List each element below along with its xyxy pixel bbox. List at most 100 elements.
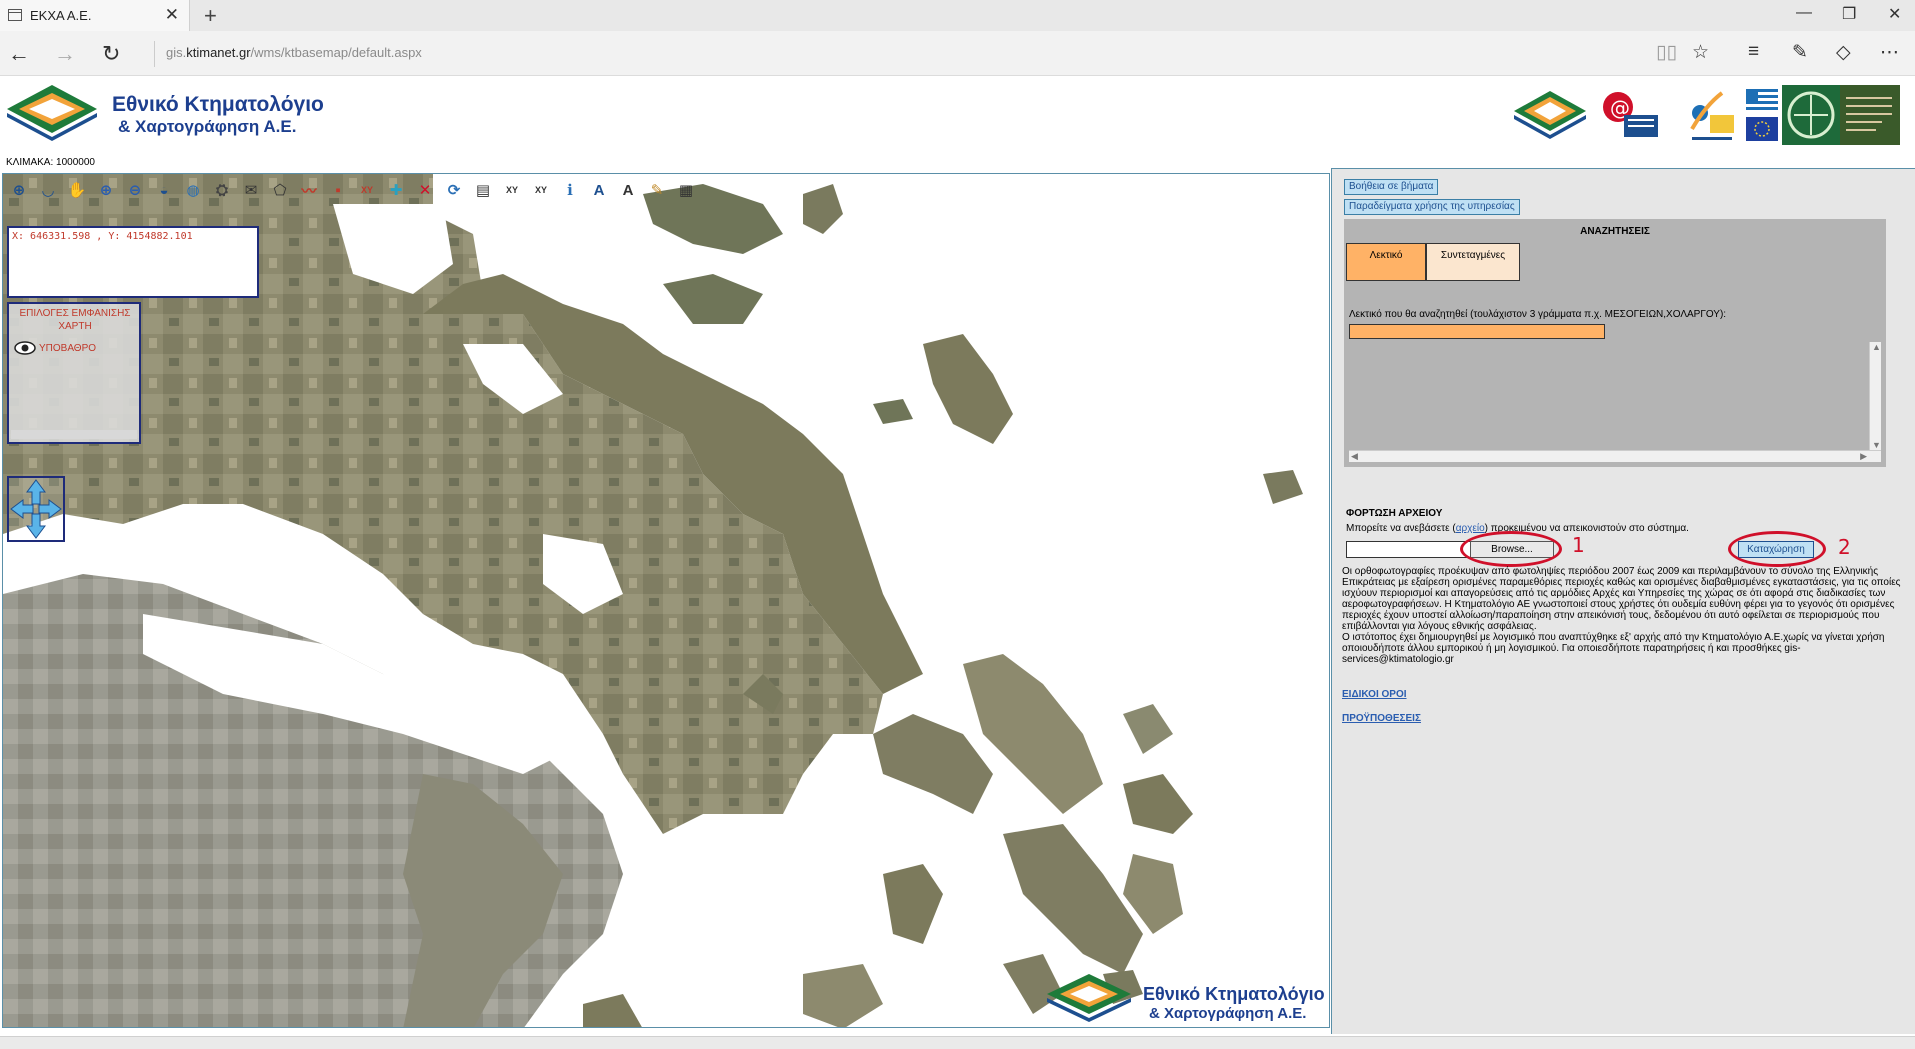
share-icon[interactable]: ◇ (1836, 41, 1851, 64)
page-tab-icon (8, 9, 22, 21)
scroll-right-icon[interactable]: ▶ (1860, 451, 1867, 462)
zoom-in-tool-icon[interactable]: ⊕ (7, 178, 31, 202)
file-format-link[interactable]: αρχείο (1456, 523, 1485, 534)
coordinate-text: X: 646331.598 , Y: 4154882.101 (12, 231, 193, 242)
pan-control (7, 476, 65, 542)
minimize-button[interactable]: — (1796, 4, 1812, 22)
logo-line-2: & Χαρτογράφηση Α.Ε. (118, 117, 297, 136)
annotation-circle-2 (1728, 531, 1826, 567)
site-logo-text: Εθνικό Κτηματολόγιο & Χαρτογράφηση Α.Ε. (112, 93, 324, 137)
map-watermark-text: Εθνικό Κτηματολόγιο & Χαρτογράφηση Α.Ε. (1143, 984, 1325, 1022)
search-results: ▲ ▼ ◀ ▶ (1349, 342, 1881, 462)
close-window-button[interactable]: ✕ (1888, 4, 1901, 24)
full-extent-globe-icon[interactable]: ◍ (181, 178, 205, 202)
layers-tool-icon[interactable]: ⛭ (210, 178, 234, 202)
xy-table-icon[interactable]: XY (500, 178, 524, 202)
zoom-extent-tool-icon[interactable]: ◡ (36, 178, 60, 202)
conditions-link[interactable]: ΠΡΟΫΠΟΘΕΣΕΙΣ (1342, 713, 1421, 724)
tab-text-search[interactable]: Λεκτικό (1346, 243, 1426, 281)
map-toolbar: ⊕ ◡ ✋ ⊕ ⊖ ◒ ◍ ⛭ ✉ ⬠ 〰 ▪ XY ✚ ✕ ⟳ ▤ XY XY ℹ A A ✎ ▦ (7, 177, 698, 203)
url-field[interactable]: gis.ktimanet.gr/wms/ktbasemap/default.as… (166, 45, 422, 60)
web-note-icon[interactable]: ✎ (1792, 41, 1808, 64)
annotation-number-1: 1 (1572, 533, 1585, 557)
zoom-previous-icon[interactable]: ◒ (152, 178, 176, 202)
tab-coordinates-search[interactable]: Συντεταγμένες (1426, 243, 1520, 281)
browser-tab-bar: ΕΚΧΑ Α.Ε. ✕ + — ❐ ✕ (0, 0, 1915, 31)
search-hint: Λεκτικό που θα αναζητηθεί (τουλάχιστον 3… (1349, 309, 1727, 320)
disclaimer-text: Οι ορθοφωτογραφίες προέκυψαν από φωτοληψ… (1342, 566, 1908, 665)
logo-line-1: Εθνικό Κτηματολόγιο (112, 93, 324, 116)
tab-title: ΕΚΧΑ Α.Ε. (30, 8, 92, 23)
zoom-box-in-icon[interactable]: ⊕ (94, 178, 118, 202)
search-title: ΑΝΑΖΗΤΗΣΕΙΣ (1580, 226, 1650, 237)
site-header: Εθνικό Κτηματολόγιο & Χαρτογράφηση Α.Ε. … (0, 77, 1915, 155)
map-scale-label: ΚΛΙΜΑΚΑ: 1000000 (6, 157, 95, 168)
back-button[interactable]: ← (8, 41, 30, 67)
layers-scrollbar[interactable] (11, 430, 137, 439)
map-logo-line-1: Εθνικό Κτηματολόγιο (1143, 984, 1325, 1004)
browser-tab[interactable]: ΕΚΧΑ Α.Ε. ✕ (0, 0, 190, 31)
document-tool-icon[interactable]: ▤ (471, 178, 495, 202)
digital-greece-logo-icon: @ (1603, 92, 1658, 137)
annotation-circle-1 (1460, 531, 1562, 567)
page-horizontal-scrollbar[interactable] (0, 1036, 1915, 1049)
scroll-down-icon[interactable]: ▼ (1872, 440, 1881, 450)
disclaimer-paragraph-1: Οι ορθοφωτογραφίες προέκυψαν από φωτοληψ… (1342, 566, 1901, 632)
layer-item-basemap[interactable]: ΥΠΟΒΑΘΡΟ (39, 343, 96, 354)
ktimatologio-logo-icon (7, 85, 97, 141)
refresh-map-icon[interactable]: ⟳ (442, 178, 466, 202)
search-panel: ΑΝΑΖΗΤΗΣΕΙΣ Λεκτικό Συντεταγμένες Λεκτικ… (1344, 219, 1886, 467)
clear-tool-icon[interactable]: ✕ (413, 178, 437, 202)
favorite-star-icon[interactable]: ☆ (1692, 41, 1709, 64)
polygon-tool-icon[interactable]: ⬠ (268, 178, 292, 202)
scroll-left-icon[interactable]: ◀ (1351, 451, 1358, 462)
disclaimer-paragraph-2: Ο ιστότοπος έχει δημιουργηθεί με λογισμι… (1342, 632, 1885, 665)
ktimatologio-small-logo-icon (1514, 91, 1586, 139)
layers-panel-title: ΕΠΙΛΟΓΕΣ ΕΜΦΑΝΙΣΗΣ ΧΑΡΤΗ (19, 308, 131, 332)
address-separator (154, 41, 155, 67)
search-input[interactable] (1349, 324, 1605, 339)
layers-panel: ΕΠΙΛΟΓΕΣ ΕΜΦΑΝΙΣΗΣ ΧΑΡΤΗ ΥΠΟΒΑΘΡΟ (7, 302, 141, 444)
text-a-icon[interactable]: A (616, 178, 640, 202)
map-viewer[interactable]: ⊕ ◡ ✋ ⊕ ⊖ ◒ ◍ ⛭ ✉ ⬠ 〰 ▪ XY ✚ ✕ ⟳ ▤ XY XY ℹ A A ✎ ▦ X: 646331.59… (2, 173, 1330, 1028)
scroll-up-icon[interactable]: ▲ (1872, 342, 1881, 352)
help-steps-link[interactable]: Βοήθεια σε βήματα (1344, 179, 1439, 195)
print-tool-icon[interactable]: ✎ (645, 178, 669, 202)
restore-button[interactable]: ❐ (1842, 4, 1856, 24)
usage-examples-link[interactable]: Παραδείγματα χρήσης της υπηρεσίας (1344, 199, 1520, 215)
address-bar: ← → ↻ gis.ktimanet.gr/wms/ktbasemap/defa… (0, 31, 1915, 76)
eye-icon[interactable] (14, 341, 36, 355)
zoom-box-out-icon[interactable]: ⊖ (123, 178, 147, 202)
xy-goto-icon[interactable]: XY (529, 178, 553, 202)
ministry-environment-logo-icon (1782, 85, 1900, 145)
coordinate-readout: X: 646331.598 , Y: 4154882.101 (7, 226, 259, 298)
pick-tool-icon[interactable]: ✚ (384, 178, 408, 202)
map-watermark-logo-icon (1047, 974, 1131, 1022)
window-tool-icon[interactable]: ▦ (674, 178, 698, 202)
annotation-number-2: 2 (1838, 535, 1851, 559)
label-a-icon[interactable]: A (587, 178, 611, 202)
more-icon[interactable]: ⋯ (1880, 41, 1899, 64)
hellas-2006-logo-icon (1690, 91, 1734, 140)
measure-line-icon[interactable]: 〰 (297, 178, 321, 202)
aerial-map-image[interactable] (3, 174, 1330, 1028)
forward-button[interactable]: → (54, 41, 76, 67)
greek-eu-flags-icon (1746, 89, 1778, 141)
reading-view-icon[interactable]: ▯▯ (1656, 41, 1677, 64)
results-vertical-scrollbar[interactable]: ▲ ▼ (1869, 342, 1881, 450)
map-logo-line-2: & Χαρτογράφηση Α.Ε. (1149, 1005, 1307, 1022)
close-tab-icon[interactable]: ✕ (165, 5, 179, 25)
hub-icon[interactable]: ≡ (1748, 41, 1759, 63)
special-terms-link[interactable]: ΕΙΔΙΚΟΙ ΟΡΟΙ (1342, 689, 1407, 700)
refresh-button[interactable]: ↻ (102, 41, 120, 67)
point-tool-icon[interactable]: ▪ (326, 178, 350, 202)
pan-hand-tool-icon[interactable]: ✋ (65, 178, 89, 202)
pan-arrows-icon[interactable] (9, 478, 63, 540)
upload-title: ΦΟΡΤΩΣΗ ΑΡΧΕΙΟΥ (1346, 508, 1443, 519)
side-panel: Βοήθεια σε βήματα Παραδείγματα χρήσης τη… (1331, 168, 1915, 1034)
info-tool-icon[interactable]: ℹ (558, 178, 582, 202)
results-horizontal-scrollbar[interactable]: ◀ ▶ (1349, 450, 1881, 462)
new-tab-button[interactable]: + (204, 3, 217, 29)
coordinate-xy-icon[interactable]: XY (355, 178, 379, 202)
envelope-tool-icon[interactable]: ✉ (239, 178, 263, 202)
